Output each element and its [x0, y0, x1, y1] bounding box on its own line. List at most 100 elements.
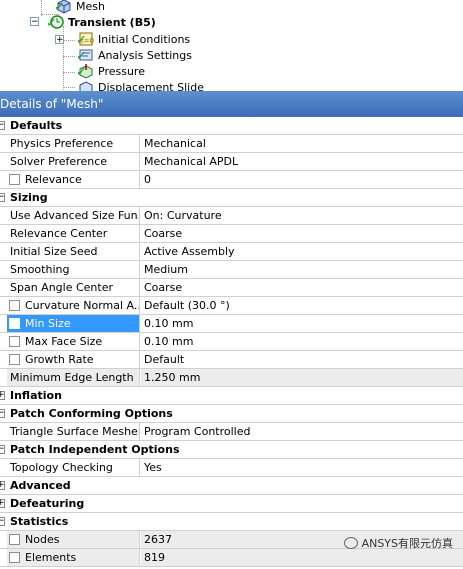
property-label: Relevance — [25, 173, 82, 186]
tree-label: Displacement Slide — [98, 80, 204, 92]
property-value[interactable]: 0.10 mm — [141, 333, 463, 350]
expand-toggle[interactable]: + — [0, 391, 5, 400]
property-value: 819 — [141, 549, 463, 566]
category-sizing[interactable]: − Sizing — [0, 189, 463, 207]
property-row[interactable]: Relevance Center Coarse — [0, 225, 463, 243]
property-row[interactable]: Growth Rate Default — [0, 351, 463, 369]
checkmark-icon: ✓ — [76, 33, 87, 48]
mesh-icon: ✓ — [54, 0, 72, 15]
initial-conditions-icon: t=0 ✓ — [76, 31, 94, 48]
category-label: Inflation — [10, 389, 62, 402]
property-value[interactable]: Program Controlled — [141, 423, 463, 440]
property-name-with-checkbox: Relevance — [7, 171, 140, 188]
property-row[interactable]: Initial Size Seed Active Assembly — [0, 243, 463, 261]
category-label: Patch Conforming Options — [10, 407, 173, 420]
tree-item-analysis-settings[interactable]: ✓ Analysis Settings — [76, 47, 192, 64]
property-row[interactable]: Triangle Surface Mesher Program Controll… — [0, 423, 463, 441]
expand-toggle[interactable]: + — [0, 481, 5, 490]
property-row[interactable]: Smoothing Medium — [0, 261, 463, 279]
checkmark-icon: ✓ — [46, 16, 57, 31]
category-patch-independent[interactable]: − Patch Independent Options — [0, 441, 463, 459]
tree-item-displacement[interactable]: Displacement Slide — [78, 79, 204, 91]
tree-label: Pressure — [98, 64, 145, 78]
property-row[interactable]: Curvature Normal A... Default (30.0 °) — [0, 297, 463, 315]
transient-analysis-icon: ✓ — [46, 14, 64, 31]
property-value[interactable]: Default — [141, 351, 463, 368]
property-name: Topology Checking — [7, 459, 140, 476]
expand-toggle[interactable]: + — [55, 35, 64, 45]
category-label: Patch Independent Options — [10, 443, 180, 456]
outline-tree: ✓ Mesh − ✓ Transient (B5) + t=0 ✓ Initia… — [0, 0, 463, 91]
property-value[interactable]: Coarse — [141, 225, 463, 242]
tree-label: Mesh — [76, 0, 105, 13]
property-name: Smoothing — [7, 261, 140, 278]
category-label: Advanced — [10, 479, 71, 492]
category-statistics[interactable]: − Statistics — [0, 513, 463, 531]
category-advanced[interactable]: + Advanced — [0, 477, 463, 495]
parameter-checkbox[interactable] — [9, 318, 20, 329]
analysis-settings-icon: ✓ — [76, 47, 94, 64]
property-value[interactable]: 0 — [141, 171, 463, 188]
property-label: Min Size — [25, 317, 71, 330]
property-label: Elements — [25, 551, 77, 564]
property-value[interactable]: Coarse — [141, 279, 463, 296]
property-row[interactable]: Physics Preference Mechanical — [0, 135, 463, 153]
category-defeaturing[interactable]: + Defeaturing — [0, 495, 463, 513]
parameter-checkbox[interactable] — [9, 300, 20, 311]
property-name-with-checkbox: Min Size — [7, 315, 140, 332]
property-value[interactable]: 0.10 mm — [141, 315, 463, 332]
property-label: Curvature Normal A... — [25, 299, 140, 312]
property-row[interactable]: Solver Preference Mechanical APDL — [0, 153, 463, 171]
property-value[interactable]: Yes — [141, 459, 463, 476]
property-row-readonly: Minimum Edge Length 1.250 mm — [0, 369, 463, 387]
collapse-toggle[interactable]: − — [30, 17, 39, 27]
collapse-toggle[interactable]: − — [0, 409, 5, 418]
parameter-checkbox[interactable] — [9, 336, 20, 347]
property-row[interactable]: Topology Checking Yes — [0, 459, 463, 477]
parameter-checkbox[interactable] — [9, 534, 20, 545]
property-name-with-checkbox: Curvature Normal A... — [7, 297, 140, 314]
property-name: Use Advanced Size Fun... — [7, 207, 140, 224]
tree-label: Analysis Settings — [98, 48, 192, 62]
tree-item-pressure[interactable]: ✓ Pressure — [76, 63, 145, 79]
parameter-checkbox[interactable] — [9, 552, 20, 563]
property-name: Solver Preference — [7, 153, 140, 170]
parameter-checkbox[interactable] — [9, 174, 20, 185]
displacement-icon — [78, 79, 94, 91]
category-inflation[interactable]: + Inflation — [0, 387, 463, 405]
category-patch-conforming[interactable]: − Patch Conforming Options — [0, 405, 463, 423]
collapse-toggle[interactable]: − — [0, 121, 5, 130]
category-defaults[interactable]: − Defaults — [0, 117, 463, 135]
property-row[interactable]: Relevance 0 — [0, 171, 463, 189]
details-grid: − Defaults Physics Preference Mechanical… — [0, 117, 463, 567]
property-value[interactable]: Medium — [141, 261, 463, 278]
checkmark-icon: ✓ — [76, 49, 87, 64]
property-value[interactable]: Mechanical — [141, 135, 463, 152]
property-row[interactable]: Max Face Size 0.10 mm — [0, 333, 463, 351]
wechat-icon — [343, 537, 358, 549]
checkmark-icon: ✓ — [54, 0, 65, 15]
watermark: ANSYS有限元仿真 — [343, 535, 453, 551]
property-row[interactable]: Span Angle Center Coarse — [0, 279, 463, 297]
property-row-selected[interactable]: Min Size 0.10 mm — [0, 315, 463, 333]
collapse-toggle[interactable]: − — [0, 517, 5, 526]
property-value[interactable]: Default (30.0 °) — [141, 297, 463, 314]
property-value[interactable]: On: Curvature — [141, 207, 463, 224]
tree-label: Initial Conditions — [98, 32, 191, 46]
tree-label: Transient (B5) — [68, 15, 156, 29]
collapse-toggle[interactable]: − — [0, 445, 5, 454]
property-value[interactable]: Mechanical APDL — [141, 153, 463, 170]
property-name: Physics Preference — [7, 135, 140, 152]
property-value[interactable]: Active Assembly — [141, 243, 463, 260]
property-name: Relevance Center — [7, 225, 140, 242]
tree-item-transient[interactable]: ✓ Transient (B5) — [46, 14, 156, 31]
property-row[interactable]: Use Advanced Size Fun... On: Curvature — [0, 207, 463, 225]
property-row-readonly: Elements 819 — [0, 549, 463, 567]
parameter-checkbox[interactable] — [9, 354, 20, 365]
tree-item-mesh[interactable]: ✓ Mesh — [54, 0, 105, 15]
tree-item-initial-conditions[interactable]: t=0 ✓ Initial Conditions — [76, 31, 191, 48]
property-label: Max Face Size — [25, 335, 103, 348]
expand-toggle[interactable]: + — [0, 499, 5, 508]
property-name: Span Angle Center — [7, 279, 140, 296]
collapse-toggle[interactable]: − — [0, 193, 5, 202]
